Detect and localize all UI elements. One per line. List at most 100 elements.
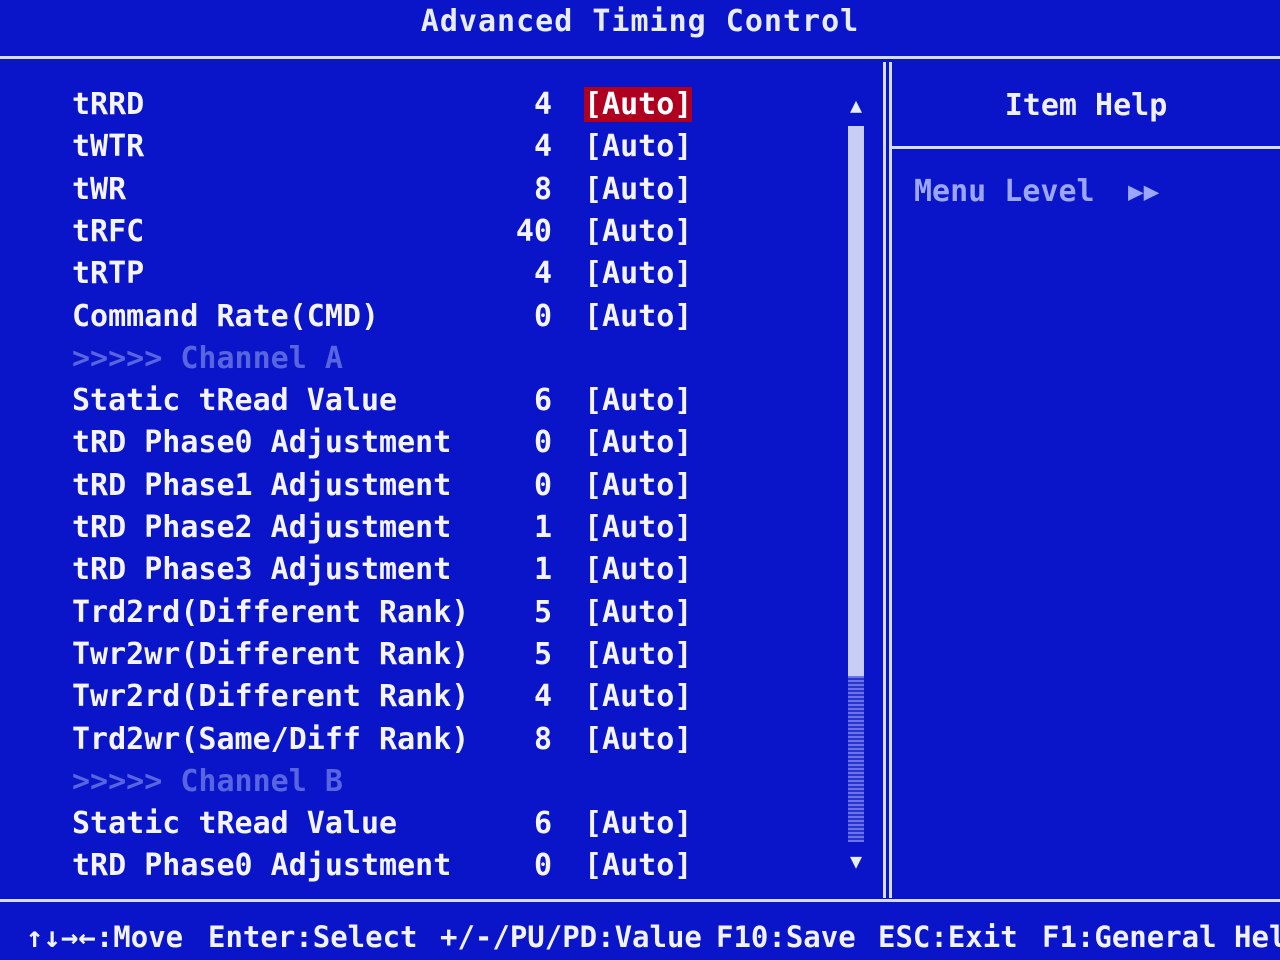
current-value: 0 xyxy=(533,425,552,461)
option-value[interactable]: [Auto] xyxy=(584,129,692,164)
setting-label: Static tRead Value xyxy=(72,383,398,419)
setting-row[interactable]: tRD Phase2 Adjustment 1 [Auto] xyxy=(0,507,880,549)
setting-option[interactable]: [Auto] xyxy=(584,592,692,634)
scrollbar[interactable]: ▲ ▼ xyxy=(846,92,866,878)
item-help-panel: Item Help Menu Level ▶▶ xyxy=(889,62,1280,898)
current-value: 6 xyxy=(533,806,552,842)
current-value: 5 xyxy=(533,594,552,630)
option-value[interactable]: [Auto] xyxy=(584,383,692,418)
setting-row[interactable]: tRD Phase3 Adjustment 1 [Auto] xyxy=(0,549,880,591)
key-legend-footer: ↑↓→←:Move Enter:Select +/-/PU/PD:Value F… xyxy=(0,914,1280,960)
setting-row[interactable]: Twr2wr(Different Rank) 5 [Auto] xyxy=(0,634,880,676)
current-value: 4 xyxy=(533,679,552,715)
setting-row[interactable]: Static tRead Value 6 [Auto] xyxy=(0,380,880,422)
current-value: 0 xyxy=(533,848,552,884)
current-value: 0 xyxy=(533,298,552,334)
option-value[interactable]: [Auto] xyxy=(584,510,692,545)
setting-label: Twr2rd(Different Rank) xyxy=(72,679,470,715)
footer-key-value: +/-/PU/PD:Value xyxy=(440,920,702,954)
option-value[interactable]: [Auto] xyxy=(584,299,692,334)
setting-label: Command Rate(CMD) xyxy=(72,298,380,334)
scroll-down-arrow-icon[interactable]: ▼ xyxy=(846,848,866,874)
setting-option[interactable]: [Auto] xyxy=(584,296,692,338)
menu-level-arrows-icon: ▶▶ xyxy=(1128,177,1160,207)
setting-option[interactable]: [Auto] xyxy=(584,845,692,887)
setting-label: tRD Phase0 Adjustment xyxy=(72,848,452,884)
setting-label: tRD Phase1 Adjustment xyxy=(72,467,452,503)
option-value[interactable]: [Auto] xyxy=(584,848,692,883)
section-label: >>>>> Channel B xyxy=(72,763,343,799)
footer-key-select: Enter:Select xyxy=(208,920,418,954)
current-value: 0 xyxy=(533,467,552,503)
option-value[interactable]: [Auto] xyxy=(584,172,692,207)
current-value: 5 xyxy=(533,636,552,672)
setting-row[interactable]: tWR 8 [Auto] xyxy=(0,169,880,211)
setting-row[interactable]: tRFC 40 [Auto] xyxy=(0,211,880,253)
option-value[interactable]: [Auto] xyxy=(584,425,692,460)
footer-key-help: F1:General Help xyxy=(1042,920,1280,954)
setting-row[interactable]: tRTP 4 [Auto] xyxy=(0,253,880,295)
setting-row[interactable]: tRRD 4 [Auto] xyxy=(0,84,880,126)
scroll-up-arrow-icon[interactable]: ▲ xyxy=(846,92,866,118)
setting-label: Trd2wr(Same/Diff Rank) xyxy=(72,721,470,757)
current-value: 6 xyxy=(533,383,552,419)
setting-row[interactable]: tRD Phase0 Adjustment 0 [Auto] xyxy=(0,845,880,887)
scroll-thumb[interactable] xyxy=(848,126,864,676)
setting-option[interactable]: [Auto] xyxy=(584,465,692,507)
page-title: Advanced Timing Control xyxy=(420,4,860,39)
selected-option-value[interactable]: [Auto] xyxy=(584,87,693,122)
current-value: 4 xyxy=(533,129,552,165)
setting-option[interactable]: [Auto] xyxy=(584,507,692,549)
option-value[interactable]: [Auto] xyxy=(584,468,692,503)
option-value[interactable]: [Auto] xyxy=(584,552,692,587)
option-value[interactable]: [Auto] xyxy=(584,806,692,841)
setting-option[interactable]: [Auto] xyxy=(584,803,692,845)
setting-label: tRD Phase3 Adjustment xyxy=(72,552,452,588)
option-value[interactable]: [Auto] xyxy=(584,637,692,672)
option-value[interactable]: [Auto] xyxy=(584,595,692,630)
setting-label: tRTP xyxy=(72,256,145,292)
current-value: 4 xyxy=(533,87,552,122)
item-help-title: Item Help xyxy=(1004,88,1168,123)
setting-row[interactable]: Static tRead Value 6 [Auto] xyxy=(0,803,880,845)
option-value[interactable]: [Auto] xyxy=(584,214,692,249)
setting-option[interactable]: [Auto] xyxy=(584,549,692,591)
setting-option[interactable]: [Auto] xyxy=(584,719,692,761)
setting-row[interactable]: Trd2wr(Same/Diff Rank) 8 [Auto] xyxy=(0,719,880,761)
menu-level-label: Menu Level xyxy=(914,174,1095,209)
setting-label: tRRD xyxy=(72,87,145,122)
setting-label: Twr2wr(Different Rank) xyxy=(72,636,470,672)
setting-option[interactable]: [Auto] xyxy=(584,126,692,168)
setting-option[interactable]: [Auto] xyxy=(584,676,692,718)
setting-option[interactable]: [Auto] xyxy=(584,169,692,211)
setting-option[interactable]: [Auto] xyxy=(584,634,692,676)
footer-key-exit: ESC:Exit xyxy=(878,920,1018,954)
option-value[interactable]: [Auto] xyxy=(584,256,692,291)
setting-label: tWR xyxy=(72,171,127,207)
setting-label: tRD Phase0 Adjustment xyxy=(72,425,452,461)
help-divider xyxy=(892,146,1280,149)
setting-row[interactable]: Command Rate(CMD) 0 [Auto] xyxy=(0,296,880,338)
footer-key-save: F10:Save xyxy=(716,920,856,954)
setting-label: Static tRead Value xyxy=(72,806,398,842)
setting-label: Trd2rd(Different Rank) xyxy=(72,594,470,630)
option-value[interactable]: [Auto] xyxy=(584,722,692,757)
setting-row[interactable]: Trd2rd(Different Rank) 5 [Auto] xyxy=(0,592,880,634)
section-header: >>>>> Channel B xyxy=(0,761,880,803)
setting-row[interactable]: tRD Phase0 Adjustment 0 [Auto] xyxy=(0,422,880,464)
setting-option[interactable]: [Auto] xyxy=(584,380,692,422)
section-header: >>>>> Channel A xyxy=(0,338,880,380)
setting-row[interactable]: tRD Phase1 Adjustment 0 [Auto] xyxy=(0,465,880,507)
current-value: 8 xyxy=(533,171,552,207)
option-value[interactable]: [Auto] xyxy=(584,679,692,714)
setting-option[interactable]: [Auto] xyxy=(584,253,692,295)
section-label: >>>>> Channel A xyxy=(72,340,343,376)
setting-option[interactable]: [Auto] xyxy=(584,422,692,464)
current-value: 8 xyxy=(533,721,552,757)
setting-row[interactable]: Twr2rd(Different Rank) 4 [Auto] xyxy=(0,676,880,718)
setting-label: tWTR xyxy=(72,129,145,165)
current-value: 1 xyxy=(533,552,552,588)
setting-option[interactable]: [Auto] xyxy=(584,84,693,126)
setting-option[interactable]: [Auto] xyxy=(584,211,692,253)
setting-row[interactable]: tWTR 4 [Auto] xyxy=(0,126,880,168)
